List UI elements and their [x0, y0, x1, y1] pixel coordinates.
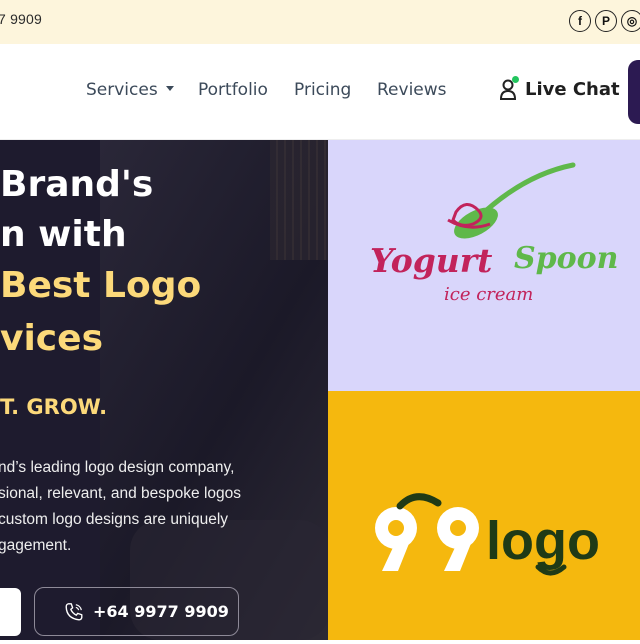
yogurt-logo-text-green: Spoon: [514, 241, 618, 276]
hero-heading-line4: vices: [0, 318, 103, 359]
keyboard-decoration: [270, 140, 328, 260]
yogurt-spoon-logo: Yogurt Spoon ice cream: [370, 162, 618, 305]
nav-reviews[interactable]: Reviews: [377, 80, 447, 100]
top-contact-bar: 7 9909 f P ◎: [0, 0, 640, 44]
main-navigation: Services Portfolio Pricing Reviews Live …: [0, 44, 640, 140]
user-icon: [499, 76, 519, 100]
hero-description-line: gagement.: [0, 537, 72, 554]
call-phone-button[interactable]: +64 9977 9909: [34, 587, 239, 636]
nav-cta-button[interactable]: [628, 60, 640, 124]
nav-services-label: Services: [86, 80, 158, 100]
hero-section: Brand's n with Best Logo vices T. GROW. …: [0, 140, 328, 640]
pinterest-icon[interactable]: P: [595, 10, 617, 32]
hero-tagline: T. GROW.: [0, 395, 108, 419]
nav-pricing[interactable]: Pricing: [294, 80, 351, 100]
portfolio-card-99logo[interactable]: logo: [328, 391, 640, 640]
live-chat-button[interactable]: Live Chat: [499, 76, 620, 100]
chevron-down-icon: [165, 85, 174, 91]
nav-portfolio[interactable]: Portfolio: [198, 80, 268, 100]
live-chat-label: Live Chat: [525, 78, 620, 100]
yogurt-logo-subtext: ice cream: [444, 284, 533, 305]
hero-description: nd’s leading logo design company, sional…: [0, 455, 241, 559]
facebook-icon[interactable]: f: [569, 10, 591, 32]
hero-description-line: nd’s leading logo design company,: [0, 459, 235, 476]
hero-description-line: custom logo designs are uniquely: [0, 511, 229, 528]
nav-services[interactable]: Services: [86, 80, 174, 100]
hero-heading-line1: Brand's: [0, 164, 154, 205]
online-status-dot: [512, 76, 519, 83]
instagram-icon[interactable]: ◎: [621, 10, 640, 32]
get-started-button[interactable]: [0, 588, 21, 636]
hero-description-line: sional, relevant, and bespoke logos: [0, 485, 241, 502]
hero-heading-line3: Best Logo: [0, 265, 202, 306]
99logo-logo: logo: [375, 493, 600, 576]
yogurt-logo-text-pink: Yogurt: [370, 241, 492, 280]
phone-icon: [63, 601, 85, 623]
portfolio-card-yogurt-spoon[interactable]: Yogurt Spoon ice cream: [328, 140, 640, 391]
call-phone-label: +64 9977 9909: [93, 602, 229, 621]
hero-heading-line2: n with: [0, 214, 127, 255]
topbar-phone[interactable]: 7 9909: [0, 11, 42, 27]
99logo-wordmark: logo: [486, 511, 600, 571]
